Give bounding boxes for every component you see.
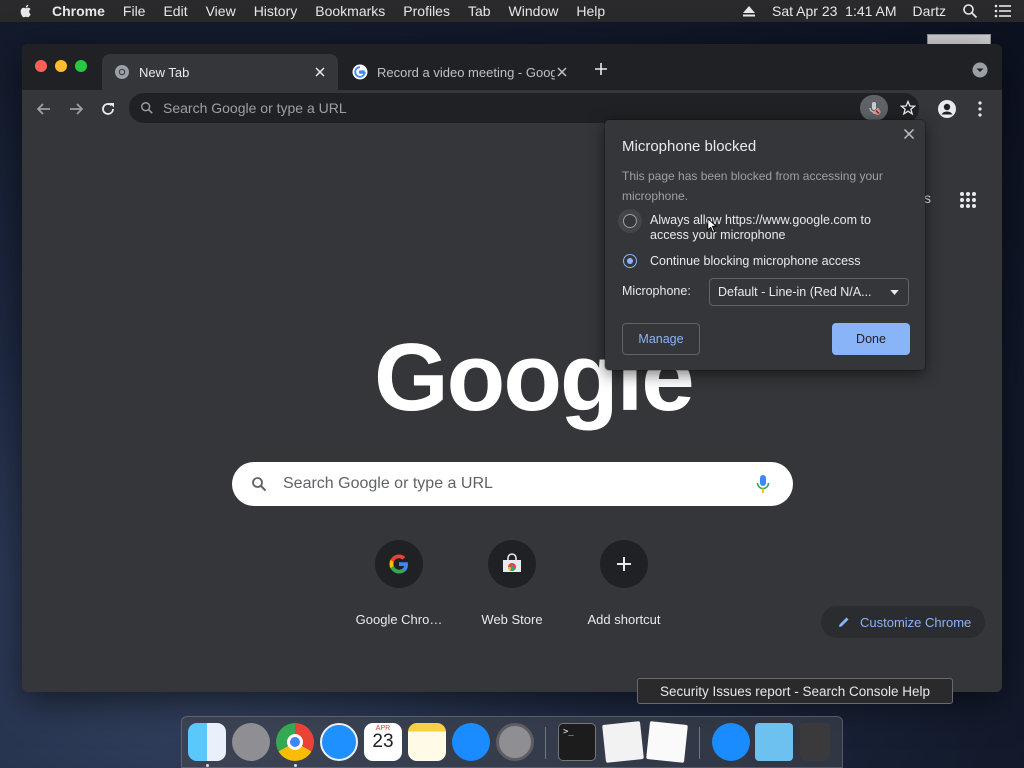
google-apps-grid-icon[interactable] xyxy=(959,191,977,209)
menu-help[interactable]: Help xyxy=(576,3,605,19)
dock-launchpad-icon[interactable] xyxy=(232,723,270,761)
voice-search-mic-icon[interactable] xyxy=(756,474,770,494)
customize-chrome-button[interactable]: Customize Chrome xyxy=(821,606,985,638)
shortcut-label: Google Chro… xyxy=(355,612,443,627)
shortcut-label: Add shortcut xyxy=(587,612,661,627)
menu-tab[interactable]: Tab xyxy=(468,3,491,19)
tab-record-video-meeting[interactable]: Record a video meeting - Goog xyxy=(340,54,580,90)
dock-system-preferences-icon[interactable] xyxy=(496,723,534,761)
plus-icon xyxy=(617,557,631,571)
back-arrow-icon[interactable] xyxy=(34,99,54,119)
running-indicator xyxy=(294,764,297,767)
tab-new-tab[interactable]: New Tab xyxy=(102,54,338,90)
menu-profiles[interactable]: Profiles xyxy=(403,3,450,19)
menu-history[interactable]: History xyxy=(254,3,298,19)
menu-bookmarks[interactable]: Bookmarks xyxy=(315,3,385,19)
dock-separator xyxy=(545,727,546,759)
close-window-button[interactable] xyxy=(35,60,47,72)
shortcut-google-chrome[interactable]: Google Chro… xyxy=(344,536,454,627)
close-tab-icon[interactable] xyxy=(312,64,328,80)
ntp-search-box[interactable]: Search Google or type a URL xyxy=(232,462,793,506)
dock-preview-icon[interactable] xyxy=(602,721,644,763)
menu-edit[interactable]: Edit xyxy=(163,3,187,19)
kebab-menu-icon[interactable] xyxy=(977,100,983,118)
microphone-select[interactable]: Default - Line-in (Red N/A... xyxy=(709,278,909,306)
new-tab-plus-icon[interactable] xyxy=(593,61,609,77)
radio-always-allow-label[interactable]: Always allow https://www.google.com to a… xyxy=(650,213,900,243)
add-shortcut-button[interactable]: Add shortcut xyxy=(569,536,679,627)
dock-chrome-icon[interactable] xyxy=(276,723,314,761)
tab-search-dropdown-icon[interactable] xyxy=(972,62,988,78)
zoom-window-button[interactable] xyxy=(75,60,87,72)
dock-separator xyxy=(699,727,700,759)
dock-trash-icon[interactable] xyxy=(800,723,830,761)
microphone-blocked-dialog: Microphone blocked This page has been bl… xyxy=(605,120,925,370)
close-tab-icon[interactable] xyxy=(554,64,570,80)
forward-arrow-icon[interactable] xyxy=(66,99,86,119)
dock-finder-icon[interactable] xyxy=(188,723,226,761)
google-icon xyxy=(389,554,408,574)
dock-textedit-icon[interactable] xyxy=(646,721,688,763)
dock-safari-icon[interactable] xyxy=(320,723,358,761)
dialog-description: This page has been blocked from accessin… xyxy=(622,169,883,203)
tab-title: New Tab xyxy=(139,64,190,80)
radio-continue-blocking-label[interactable]: Continue blocking microphone access xyxy=(650,254,910,269)
calendar-day: 23 xyxy=(372,731,394,752)
dock: APR 23 >_ xyxy=(181,716,843,768)
menu-file[interactable]: File xyxy=(123,3,146,19)
dock-calendar-icon[interactable]: APR 23 xyxy=(364,723,402,761)
search-icon xyxy=(252,477,267,492)
dock-notes-icon[interactable] xyxy=(408,723,446,761)
web-store-icon xyxy=(503,553,521,572)
running-indicator xyxy=(206,764,209,767)
dock-app-store-icon[interactable] xyxy=(712,723,750,761)
ntp-search-placeholder: Search Google or type a URL xyxy=(283,475,493,492)
shortcut-label: Web Store xyxy=(481,612,543,627)
dock-terminal-icon[interactable]: >_ xyxy=(558,723,596,761)
omnibox[interactable]: Search Google or type a URL xyxy=(129,93,919,123)
minimize-window-button[interactable] xyxy=(55,60,67,72)
microphone-blocked-icon[interactable] xyxy=(860,95,888,121)
shortcut-web-store[interactable]: Web Store xyxy=(457,536,567,627)
chrome-icon xyxy=(115,65,129,79)
menu-view[interactable]: View xyxy=(206,3,236,19)
pencil-icon xyxy=(839,617,849,627)
menu-window[interactable]: Window xyxy=(509,3,559,19)
microphone-label: Microphone: xyxy=(622,284,691,298)
customize-chrome-label: Customize Chrome xyxy=(860,614,972,630)
reload-icon[interactable] xyxy=(98,99,118,119)
tab-strip: New Tab Record a video meeting - Goog xyxy=(22,44,1002,90)
bookmark-star-icon[interactable] xyxy=(900,100,916,116)
control-center-icon[interactable] xyxy=(994,3,1012,19)
radio-continue-blocking[interactable] xyxy=(623,254,637,268)
eject-icon[interactable] xyxy=(742,5,756,17)
mouse-cursor-icon xyxy=(707,218,717,233)
spotlight-search-icon[interactable] xyxy=(962,3,978,19)
dialog-title: Microphone blocked xyxy=(622,138,757,155)
menu-user[interactable]: Dartz xyxy=(913,3,946,19)
menu-app-name[interactable]: Chrome xyxy=(52,3,105,19)
search-icon xyxy=(141,102,153,114)
google-icon xyxy=(352,64,368,80)
radio-always-allow[interactable] xyxy=(623,214,637,228)
close-icon[interactable] xyxy=(903,128,915,140)
manage-button[interactable]: Manage xyxy=(622,323,700,355)
dock-app-store-icon[interactable] xyxy=(452,723,490,761)
tooltip: Security Issues report - Search Console … xyxy=(637,678,953,704)
chevron-down-icon xyxy=(890,290,899,295)
apps-label-partial[interactable]: s xyxy=(924,190,931,206)
done-button[interactable]: Done xyxy=(832,323,910,355)
apple-icon[interactable] xyxy=(18,3,34,19)
dock-downloads-folder-icon[interactable] xyxy=(755,723,793,761)
menu-bar: Chrome File Edit View History Bookmarks … xyxy=(0,0,1024,22)
menu-datetime[interactable]: Sat Apr 23 1:41 AM xyxy=(772,3,897,19)
tab-title: Record a video meeting - Goog xyxy=(377,64,555,80)
microphone-select-value: Default - Line-in (Red N/A... xyxy=(718,285,872,299)
profile-avatar-icon[interactable] xyxy=(937,99,957,119)
omnibox-placeholder: Search Google or type a URL xyxy=(163,100,347,116)
